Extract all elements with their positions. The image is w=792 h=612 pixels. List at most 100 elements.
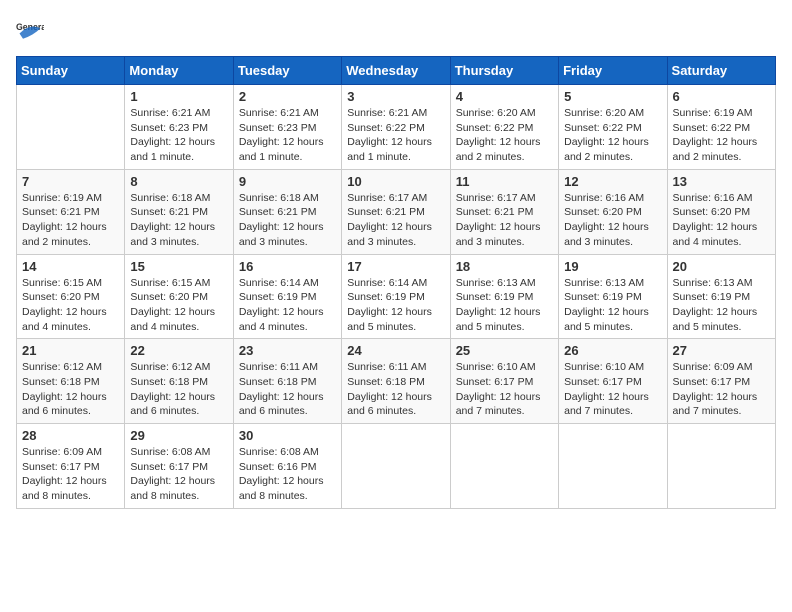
day-number: 30 [239, 428, 336, 443]
calendar-week-1: 7 Sunrise: 6:19 AM Sunset: 6:21 PM Daylig… [17, 169, 776, 254]
day-number: 24 [347, 343, 444, 358]
calendar-cell: 4 Sunrise: 6:20 AM Sunset: 6:22 PM Daylig… [450, 85, 558, 170]
day-info: Sunrise: 6:13 AM Sunset: 6:19 PM Dayligh… [456, 276, 553, 335]
day-number: 1 [130, 89, 227, 104]
calendar-cell [342, 424, 450, 509]
calendar-week-4: 28 Sunrise: 6:09 AM Sunset: 6:17 PM Dayli… [17, 424, 776, 509]
weekday-header-monday: Monday [125, 57, 233, 85]
calendar-cell: 6Sunrise: 6:19 AM Sunset: 6:22 PM Daylig… [667, 85, 775, 170]
day-number: 6 [673, 89, 770, 104]
day-number: 19 [564, 259, 661, 274]
day-info: Sunrise: 6:13 AM Sunset: 6:19 PM Dayligh… [673, 276, 770, 335]
day-info: Sunrise: 6:08 AM Sunset: 6:17 PM Dayligh… [130, 445, 227, 504]
day-info: Sunrise: 6:15 AM Sunset: 6:20 PM Dayligh… [22, 276, 119, 335]
calendar-week-3: 21 Sunrise: 6:12 AM Sunset: 6:18 PM Dayli… [17, 339, 776, 424]
day-info: Sunrise: 6:08 AM Sunset: 6:16 PM Dayligh… [239, 445, 336, 504]
calendar-cell: 1 Sunrise: 6:21 AM Sunset: 6:23 PM Daylig… [125, 85, 233, 170]
day-number: 21 [22, 343, 119, 358]
calendar-cell: 27 Sunrise: 6:09 AM Sunset: 6:17 PM Dayli… [667, 339, 775, 424]
calendar-cell: 3 Sunrise: 6:21 AM Sunset: 6:22 PM Daylig… [342, 85, 450, 170]
day-info: Sunrise: 6:18 AM Sunset: 6:21 PM Dayligh… [239, 191, 336, 250]
day-number: 14 [22, 259, 119, 274]
day-number: 12 [564, 174, 661, 189]
day-info: Sunrise: 6:10 AM Sunset: 6:17 PM Dayligh… [456, 360, 553, 419]
calendar-cell: 19Sunrise: 6:13 AM Sunset: 6:19 PM Dayli… [559, 254, 667, 339]
day-number: 8 [130, 174, 227, 189]
calendar-cell: 12 Sunrise: 6:16 AM Sunset: 6:20 PM Dayli… [559, 169, 667, 254]
weekday-header-tuesday: Tuesday [233, 57, 341, 85]
weekday-header-saturday: Saturday [667, 57, 775, 85]
calendar-table: SundayMondayTuesdayWednesdayThursdayFrid… [16, 56, 776, 509]
day-number: 26 [564, 343, 661, 358]
day-info: Sunrise: 6:15 AM Sunset: 6:20 PM Dayligh… [130, 276, 227, 335]
calendar-cell: 14 Sunrise: 6:15 AM Sunset: 6:20 PM Dayli… [17, 254, 125, 339]
day-number: 25 [456, 343, 553, 358]
calendar-cell: 28 Sunrise: 6:09 AM Sunset: 6:17 PM Dayli… [17, 424, 125, 509]
day-info: Sunrise: 6:21 AM Sunset: 6:22 PM Dayligh… [347, 106, 444, 165]
day-info: Sunrise: 6:09 AM Sunset: 6:17 PM Dayligh… [673, 360, 770, 419]
calendar-cell: 30 Sunrise: 6:08 AM Sunset: 6:16 PM Dayli… [233, 424, 341, 509]
day-number: 27 [673, 343, 770, 358]
day-number: 7 [22, 174, 119, 189]
day-info: Sunrise: 6:09 AM Sunset: 6:17 PM Dayligh… [22, 445, 119, 504]
day-number: 15 [130, 259, 227, 274]
day-info: Sunrise: 6:12 AM Sunset: 6:18 PM Dayligh… [22, 360, 119, 419]
calendar-cell: 11Sunrise: 6:17 AM Sunset: 6:21 PM Dayli… [450, 169, 558, 254]
calendar-cell [559, 424, 667, 509]
day-info: Sunrise: 6:19 AM Sunset: 6:21 PM Dayligh… [22, 191, 119, 250]
calendar-cell: 9 Sunrise: 6:18 AM Sunset: 6:21 PM Daylig… [233, 169, 341, 254]
day-info: Sunrise: 6:21 AM Sunset: 6:23 PM Dayligh… [130, 106, 227, 165]
calendar-cell: 7 Sunrise: 6:19 AM Sunset: 6:21 PM Daylig… [17, 169, 125, 254]
day-number: 28 [22, 428, 119, 443]
day-info: Sunrise: 6:18 AM Sunset: 6:21 PM Dayligh… [130, 191, 227, 250]
day-number: 22 [130, 343, 227, 358]
day-number: 9 [239, 174, 336, 189]
day-number: 5 [564, 89, 661, 104]
day-info: Sunrise: 6:12 AM Sunset: 6:18 PM Dayligh… [130, 360, 227, 419]
day-number: 3 [347, 89, 444, 104]
day-number: 20 [673, 259, 770, 274]
calendar-cell [450, 424, 558, 509]
calendar-cell: 15 Sunrise: 6:15 AM Sunset: 6:20 PM Dayli… [125, 254, 233, 339]
calendar-cell: 22 Sunrise: 6:12 AM Sunset: 6:18 PM Dayli… [125, 339, 233, 424]
day-info: Sunrise: 6:21 AM Sunset: 6:23 PM Dayligh… [239, 106, 336, 165]
calendar-cell: 8 Sunrise: 6:18 AM Sunset: 6:21 PM Daylig… [125, 169, 233, 254]
weekday-header-thursday: Thursday [450, 57, 558, 85]
calendar-cell: 16Sunrise: 6:14 AM Sunset: 6:19 PM Dayli… [233, 254, 341, 339]
day-info: Sunrise: 6:17 AM Sunset: 6:21 PM Dayligh… [347, 191, 444, 250]
calendar-cell: 17 Sunrise: 6:14 AM Sunset: 6:19 PM Dayli… [342, 254, 450, 339]
calendar-cell: 10 Sunrise: 6:17 AM Sunset: 6:21 PM Dayli… [342, 169, 450, 254]
day-number: 16 [239, 259, 336, 274]
calendar-cell: 25 Sunrise: 6:10 AM Sunset: 6:17 PM Dayli… [450, 339, 558, 424]
weekday-header-wednesday: Wednesday [342, 57, 450, 85]
calendar-cell: 2Sunrise: 6:21 AM Sunset: 6:23 PM Daylig… [233, 85, 341, 170]
calendar-week-2: 14 Sunrise: 6:15 AM Sunset: 6:20 PM Dayli… [17, 254, 776, 339]
day-info: Sunrise: 6:16 AM Sunset: 6:20 PM Dayligh… [564, 191, 661, 250]
weekday-header-friday: Friday [559, 57, 667, 85]
calendar-cell [17, 85, 125, 170]
page-header: General [16, 16, 776, 44]
day-number: 13 [673, 174, 770, 189]
day-info: Sunrise: 6:20 AM Sunset: 6:22 PM Dayligh… [456, 106, 553, 165]
day-number: 11 [456, 174, 553, 189]
day-info: Sunrise: 6:20 AM Sunset: 6:22 PM Dayligh… [564, 106, 661, 165]
day-number: 18 [456, 259, 553, 274]
day-number: 10 [347, 174, 444, 189]
day-number: 23 [239, 343, 336, 358]
day-info: Sunrise: 6:16 AM Sunset: 6:20 PM Dayligh… [673, 191, 770, 250]
day-number: 17 [347, 259, 444, 274]
calendar-cell: 26 Sunrise: 6:10 AM Sunset: 6:17 PM Dayli… [559, 339, 667, 424]
day-number: 29 [130, 428, 227, 443]
calendar-cell: 21 Sunrise: 6:12 AM Sunset: 6:18 PM Dayli… [17, 339, 125, 424]
day-number: 4 [456, 89, 553, 104]
day-info: Sunrise: 6:10 AM Sunset: 6:17 PM Dayligh… [564, 360, 661, 419]
calendar-cell [667, 424, 775, 509]
day-info: Sunrise: 6:14 AM Sunset: 6:19 PM Dayligh… [347, 276, 444, 335]
day-info: Sunrise: 6:11 AM Sunset: 6:18 PM Dayligh… [347, 360, 444, 419]
calendar-cell: 23 Sunrise: 6:11 AM Sunset: 6:18 PM Dayli… [233, 339, 341, 424]
calendar-cell: 20 Sunrise: 6:13 AM Sunset: 6:19 PM Dayli… [667, 254, 775, 339]
calendar-week-0: 1 Sunrise: 6:21 AM Sunset: 6:23 PM Daylig… [17, 85, 776, 170]
day-info: Sunrise: 6:11 AM Sunset: 6:18 PM Dayligh… [239, 360, 336, 419]
calendar-cell: 29 Sunrise: 6:08 AM Sunset: 6:17 PM Dayli… [125, 424, 233, 509]
logo: General [16, 16, 48, 44]
